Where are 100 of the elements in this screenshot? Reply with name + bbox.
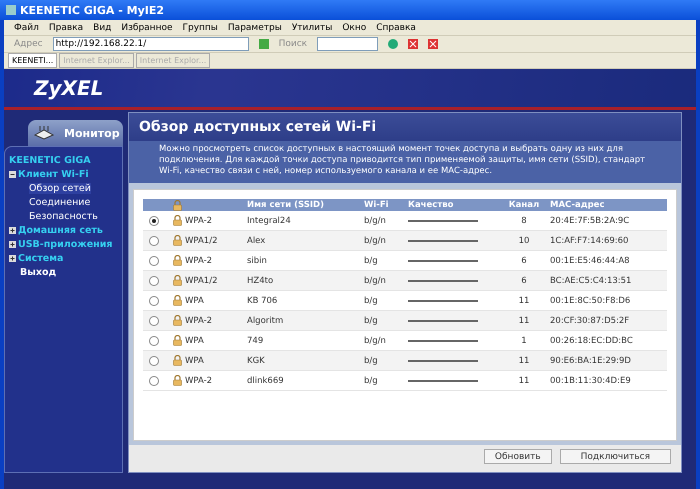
table-cell: KB 706 <box>247 296 278 306</box>
table-cell: 11 <box>518 356 530 366</box>
column-header: Имя сети (SSID) <box>247 199 364 212</box>
collapse-icon[interactable] <box>9 170 16 178</box>
action-button[interactable]: Подключиться <box>560 449 671 464</box>
table-cell: WPA <box>185 356 204 366</box>
padlock-icon <box>173 375 182 386</box>
table-cell: Integral24 <box>247 216 291 226</box>
radio-button[interactable] <box>149 236 159 246</box>
padlock-icon <box>173 295 182 306</box>
table-cell: 11 <box>518 316 530 326</box>
table-cell: 90:E6:BA:1E:29:9D <box>550 356 631 366</box>
expand-icon[interactable] <box>9 226 16 234</box>
radio-button[interactable] <box>149 276 159 286</box>
padlock-icon <box>173 200 182 211</box>
table-cell: 749 <box>247 336 264 346</box>
column-header: Канал <box>498 199 550 212</box>
table-cell: 8 <box>521 216 527 226</box>
table-cell: 11 <box>518 296 530 306</box>
table-cell: 20:CF:30:87:D5:2F <box>550 316 630 326</box>
close-icon[interactable] <box>408 39 418 49</box>
sidebar-item[interactable]: Клиент Wi-Fi <box>18 168 89 180</box>
table-cell: b/g <box>364 256 378 266</box>
sidebar-item[interactable]: USB-приложения <box>18 238 112 250</box>
window-title: KEENETIC GIGA - MyIE2 <box>20 4 164 16</box>
search-label: Поиск <box>278 39 308 49</box>
expand-icon[interactable] <box>9 240 16 248</box>
sidebar-item[interactable]: Безопасность <box>29 210 98 222</box>
radio-button[interactable] <box>149 256 159 266</box>
menu-item[interactable]: Избранное <box>121 22 172 32</box>
table-cell: 00:1B:11:30:4D:E9 <box>550 376 631 386</box>
radio-button[interactable] <box>149 356 159 366</box>
table-cell: 6 <box>521 276 527 286</box>
table-cell: WPA <box>185 336 204 346</box>
monitor-tab[interactable]: Монитор <box>28 120 123 146</box>
address-label: Адрес <box>14 39 43 49</box>
menu-item[interactable]: Вид <box>93 22 112 32</box>
radio-button[interactable] <box>149 296 159 306</box>
table-cell: 00:26:18:EC:DD:BC <box>550 336 633 346</box>
radio-button[interactable] <box>149 376 159 386</box>
table-cell: BC:AE:C5:C4:13:51 <box>550 276 632 286</box>
table-cell: WPA-2 <box>185 216 212 226</box>
table-cell: 6 <box>521 256 527 266</box>
action-button[interactable]: Обновить <box>484 449 552 464</box>
sidebar-item[interactable]: Выход <box>20 266 56 278</box>
sidebar-item[interactable]: KEENETIC GIGA <box>9 154 91 166</box>
table-cell: b/g/n <box>364 336 386 346</box>
table-cell: b/g/n <box>364 276 386 286</box>
table-cell: b/g <box>364 316 378 326</box>
close-icon[interactable] <box>428 39 438 49</box>
padlock-icon <box>173 215 182 226</box>
column-header: MAC-адрес <box>550 199 667 212</box>
table-cell: WPA-2 <box>185 256 212 266</box>
table-cell: 00:1E:8C:50:F8:D6 <box>550 296 630 306</box>
sidebar-item[interactable]: Домашняя сеть <box>18 224 103 236</box>
expand-icon[interactable] <box>9 254 16 262</box>
table-cell: Algoritm <box>247 316 284 326</box>
radio-button[interactable] <box>149 316 159 326</box>
padlock-icon <box>173 355 182 366</box>
menu-item[interactable]: Файл <box>14 22 39 32</box>
sidebar-item[interactable]: Соединение <box>29 196 90 208</box>
table-cell: 11 <box>518 376 530 386</box>
menu-item[interactable]: Правка <box>48 22 84 32</box>
search-field[interactable] <box>317 37 378 51</box>
panel-description: Можно просмотреть список доступных в настоящий момент точек доступа и выбрать одну из них для подключения. Для каждой точки доступа приводится тип применяемой защиты, имя сети (SSID), стандарт Wi-Fi, качество связи с ней, номер используемого канала и ее MAC-адрес. <box>129 141 681 184</box>
table-cell: 10 <box>518 236 530 246</box>
table-cell: Alex <box>247 236 266 246</box>
panel-title: Обзор доступных сетей Wi-Fi <box>129 113 681 141</box>
table-cell: KGK <box>247 356 265 366</box>
table-cell: 1 <box>521 336 527 346</box>
table-cell: WPA-2 <box>185 316 212 326</box>
padlock-icon <box>173 335 182 346</box>
menu-item[interactable]: Параметры <box>228 22 282 32</box>
radio-button[interactable] <box>149 216 159 226</box>
sidebar-item[interactable]: Система <box>18 252 64 264</box>
browser-tab[interactable]: KEENETI... <box>8 53 58 68</box>
table-cell: 20:4E:7F:5B:2A:9C <box>550 216 630 226</box>
address-field[interactable]: http://192.168.22.1/ <box>52 37 249 51</box>
router-icon <box>34 126 54 140</box>
menu-item[interactable]: Утилиты <box>292 22 332 32</box>
table-cell: b/g/n <box>364 236 386 246</box>
menu-item[interactable]: Группы <box>182 22 218 32</box>
menu-item[interactable]: Справка <box>376 22 416 32</box>
table-cell: 1C:AF:F7:14:69:60 <box>550 236 628 246</box>
padlock-icon <box>173 315 182 326</box>
table-cell: b/g <box>364 296 378 306</box>
table-cell: sibin <box>247 256 267 266</box>
table-cell: WPA-2 <box>185 376 212 386</box>
table-cell: b/g/n <box>364 216 386 226</box>
padlock-icon <box>173 235 182 246</box>
menu-item[interactable]: Окно <box>342 22 366 32</box>
padlock-icon <box>173 255 182 266</box>
table-cell: WPA <box>185 296 204 306</box>
radio-button[interactable] <box>149 336 159 346</box>
table-cell: 00:1E:E5:46:44:A8 <box>550 256 630 266</box>
table-cell: WPA1/2 <box>185 276 218 286</box>
table-cell: b/g <box>364 376 378 386</box>
column-header: Качество <box>408 199 498 212</box>
table-cell: WPA1/2 <box>185 236 218 246</box>
sidebar-item[interactable]: Обзор сетей <box>29 182 91 194</box>
